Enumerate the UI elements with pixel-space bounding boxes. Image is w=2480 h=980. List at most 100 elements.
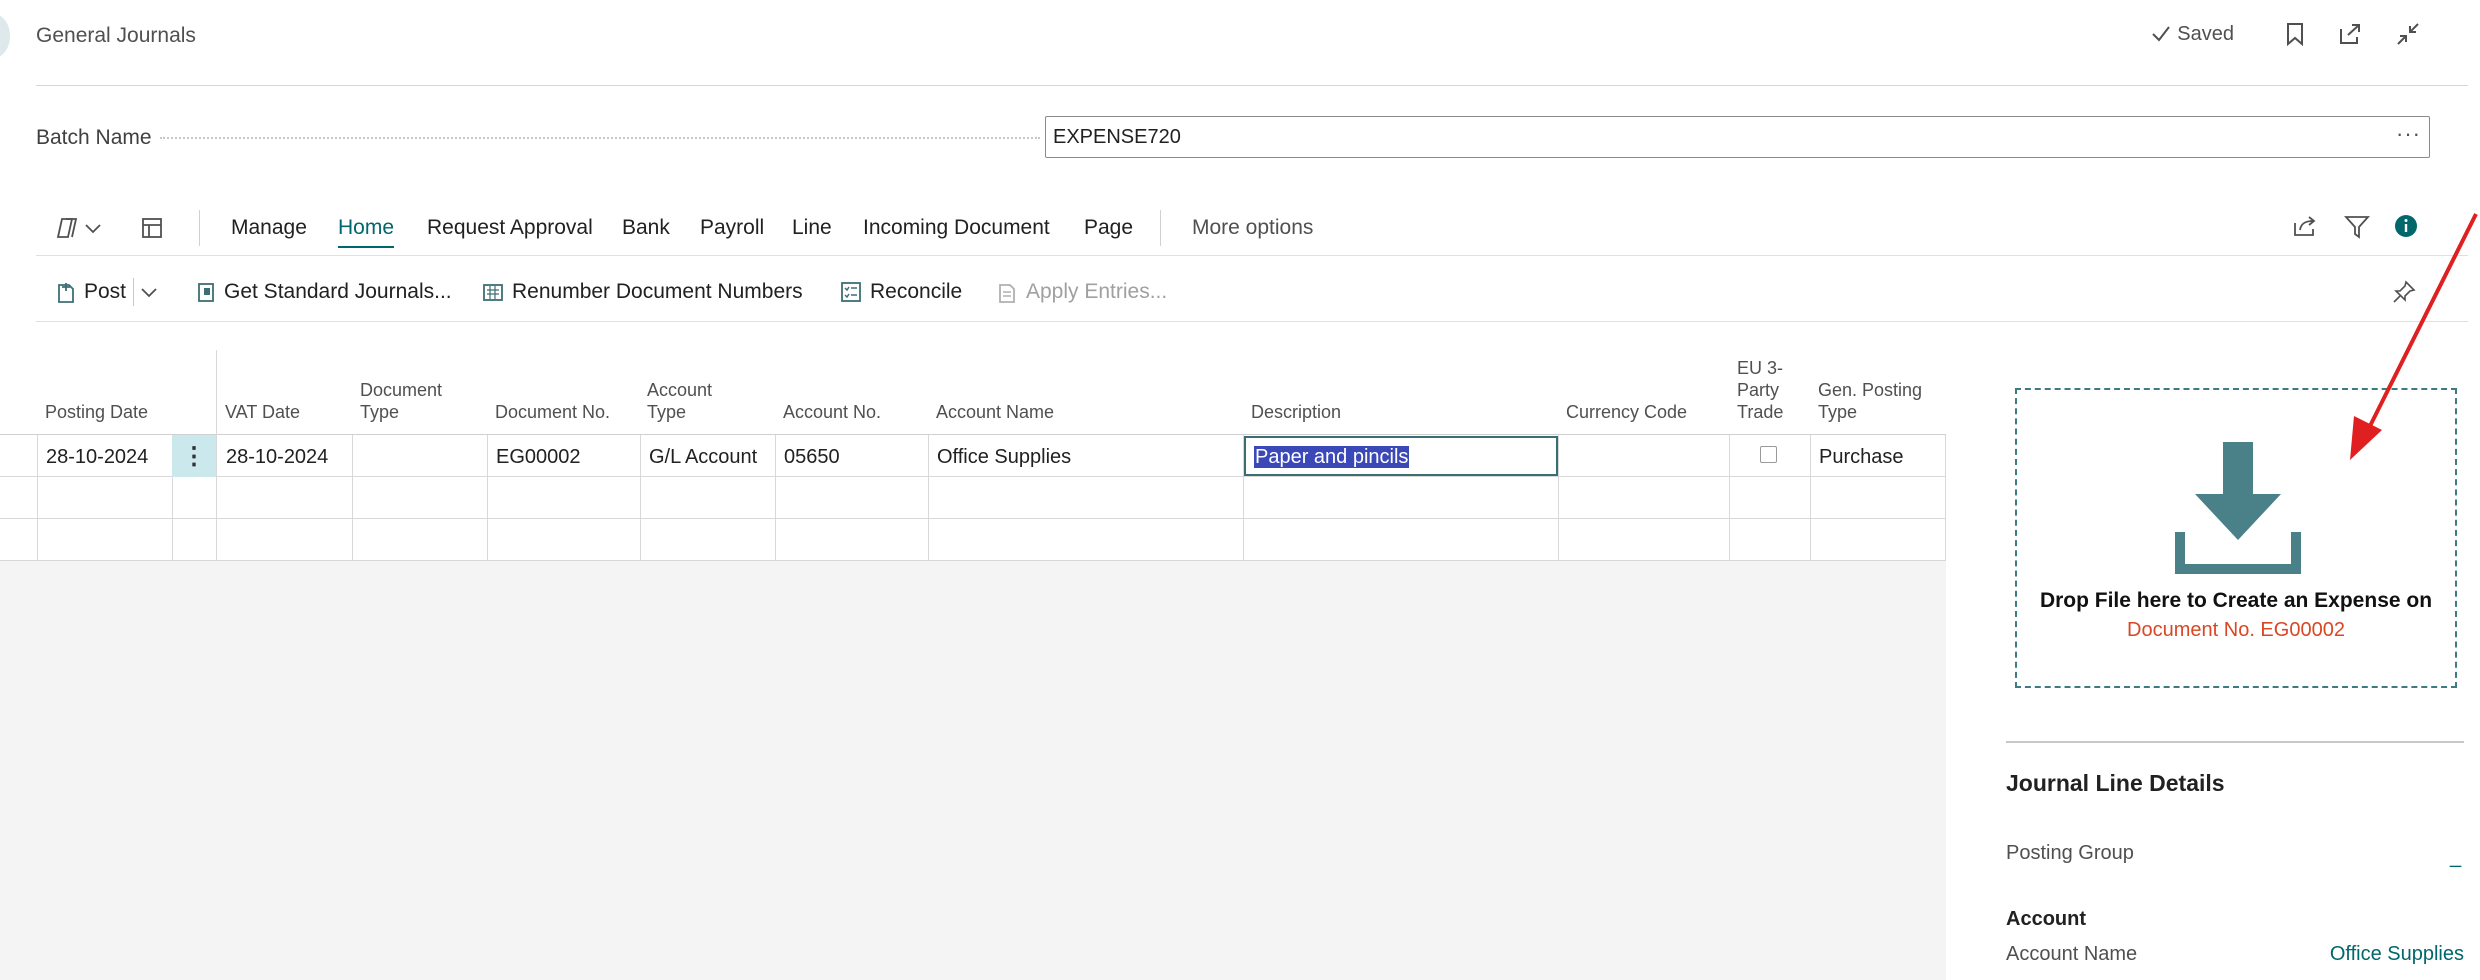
column-header-account-no[interactable]: Account No. [783, 401, 881, 423]
annotation-arrow-icon [2350, 213, 2478, 460]
share-icon[interactable] [2292, 214, 2318, 238]
column-header-document-type[interactable]: Document Type [360, 379, 442, 423]
title-divider [36, 85, 2468, 86]
account-name-value[interactable]: Office Supplies [2330, 943, 2464, 966]
page-layout-button[interactable] [141, 200, 163, 256]
action-incoming-document[interactable]: Incoming Document [863, 200, 1050, 256]
column-header-eu3-party-trade[interactable]: EU 3- Party Trade [1737, 357, 1783, 423]
action-page[interactable]: Page [1084, 200, 1133, 256]
post-dropdown-button[interactable] [140, 262, 158, 322]
page-actions: Saved [2151, 22, 2420, 46]
factbox-divider [2006, 741, 2464, 743]
account-name-label: Account Name [2006, 943, 2138, 965]
get-standard-journals-button[interactable]: Get Standard Journals... [196, 262, 452, 322]
column-header-currency-code[interactable]: Currency Code [1566, 401, 1687, 423]
cell-posting-date[interactable]: 28-10-2024 [46, 446, 148, 469]
column-divider [928, 435, 929, 561]
batch-name-field[interactable]: ··· [1045, 116, 2430, 158]
batch-name-input[interactable] [1053, 126, 2353, 149]
renumber-label: Renumber Document Numbers [512, 280, 803, 303]
drop-document-link[interactable]: Document No. EG00002 [2127, 619, 2345, 642]
cell-account-name[interactable]: Office Supplies [937, 446, 1071, 469]
column-divider [1945, 435, 1946, 561]
layout-icon [142, 218, 162, 238]
column-header-vat-date[interactable]: VAT Date [225, 401, 300, 423]
saved-status: Saved [2151, 23, 2234, 46]
post-label: Post [84, 280, 127, 303]
table-row[interactable] [0, 519, 1946, 561]
posting-group-value[interactable]: _ [2450, 846, 2461, 869]
post-icon [58, 283, 74, 303]
post-button[interactable]: Post [56, 262, 126, 322]
column-divider [352, 435, 353, 561]
description-input[interactable]: Paper and pincils [1244, 436, 1558, 476]
split-separator [133, 278, 134, 306]
action-bar: Manage Home Request Approval Bank Payrol… [36, 200, 2468, 256]
header-line: Trade [1737, 402, 1784, 422]
bookmark-icon[interactable] [2286, 22, 2304, 46]
column-header-account-type[interactable]: Account Type [647, 379, 712, 423]
cell-account-no[interactable]: 05650 [784, 446, 840, 469]
header-line: Party [1737, 380, 1780, 400]
column-divider [640, 435, 641, 561]
grid-empty-area [0, 560, 1946, 980]
avatar [0, 14, 10, 58]
column-divider [37, 435, 38, 561]
cell-gen-posting-type[interactable]: Purchase [1819, 446, 1904, 469]
apply-entries-label: Apply Entries... [1026, 280, 1168, 303]
column-divider [775, 435, 776, 561]
column-header-gen-posting-type[interactable]: Gen. Posting Type [1818, 379, 1922, 423]
collapse-icon[interactable] [2396, 22, 2420, 46]
action-line[interactable]: Line [792, 200, 832, 256]
header-line: Document [360, 380, 443, 400]
action-request-approval[interactable]: Request Approval [427, 200, 593, 256]
batch-name-label: Batch Name [36, 126, 152, 149]
apply-entries-button[interactable]: Apply Entries... [996, 262, 1167, 322]
reconcile-label: Reconcile [870, 280, 963, 303]
get-standard-journals-label: Get Standard Journals... [224, 280, 452, 303]
journal-book-icon [198, 283, 214, 302]
copilot-icon [56, 218, 78, 238]
header-line: Type [360, 402, 400, 422]
row-actions-button[interactable]: ⋮ [172, 435, 216, 477]
action-manage[interactable]: Manage [231, 200, 307, 256]
column-header-document-no[interactable]: Document No. [495, 401, 610, 423]
cell-document-no[interactable]: EG00002 [496, 446, 581, 469]
action-separator [1160, 210, 1161, 246]
column-divider [216, 350, 217, 561]
action-bank[interactable]: Bank [622, 200, 670, 256]
action-separator [199, 210, 200, 246]
journal-line-details-title[interactable]: Journal Line Details [2006, 770, 2225, 797]
download-icon [2175, 442, 2301, 574]
column-header-account-name[interactable]: Account Name [936, 401, 1054, 423]
account-heading: Account [2006, 908, 2086, 930]
copilot-menu-button[interactable] [54, 200, 102, 256]
action-payroll[interactable]: Payroll [700, 200, 764, 256]
field-leader-dots [160, 137, 1040, 139]
action-home[interactable]: Home [338, 200, 395, 256]
column-divider [487, 435, 488, 561]
description-selected-text: Paper and pincils [1254, 446, 1410, 468]
header-line: Type [647, 402, 687, 422]
drop-instruction: Drop File here to Create an Expense on [2039, 589, 2433, 612]
batch-lookup-button[interactable]: ··· [2396, 121, 2421, 147]
posting-group-label: Posting Group [2006, 842, 2134, 864]
cell-vat-date[interactable]: 28-10-2024 [226, 446, 328, 469]
column-header-description[interactable]: Description [1251, 401, 1341, 423]
command-toolbar: Post Get Standard Journals... Renumber D… [36, 262, 2468, 322]
reconcile-icon [841, 282, 861, 302]
eu3-party-trade-checkbox[interactable] [1760, 446, 1777, 463]
header-line: EU 3- [1737, 358, 1784, 378]
more-options-button[interactable]: More options [1192, 200, 1313, 256]
header-line: Type [1818, 402, 1858, 422]
reconcile-button[interactable]: Reconcile [840, 262, 962, 322]
header-line: Account [647, 380, 713, 400]
open-new-window-icon[interactable] [2338, 23, 2362, 45]
saved-label: Saved [2177, 22, 2234, 45]
table-row[interactable] [0, 477, 1946, 519]
cell-account-type[interactable]: G/L Account [649, 446, 757, 469]
column-header-posting-date[interactable]: Posting Date [45, 401, 148, 423]
renumber-document-numbers-button[interactable]: Renumber Document Numbers [482, 262, 803, 322]
renumber-icon [483, 284, 503, 301]
column-divider [1729, 435, 1730, 561]
